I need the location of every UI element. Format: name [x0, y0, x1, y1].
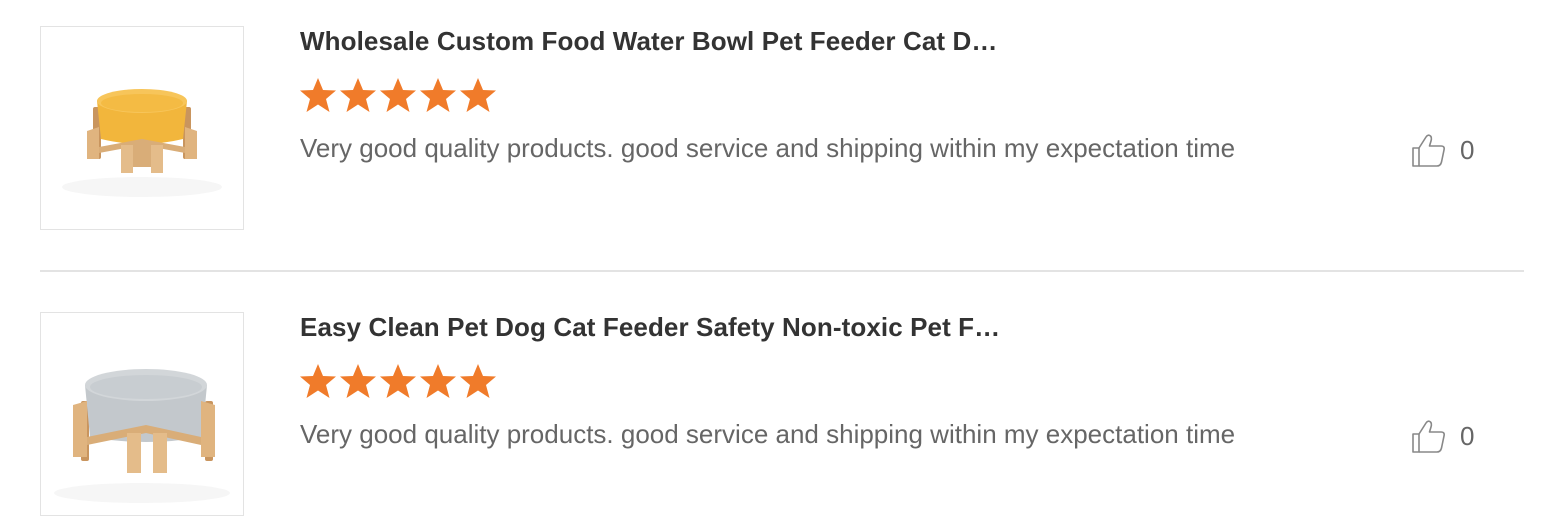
product-thumbnail[interactable] [40, 312, 244, 516]
star-icon [420, 364, 456, 398]
like-button[interactable]: 0 [1410, 130, 1474, 170]
product-title[interactable]: Easy Clean Pet Dog Cat Feeder Safety Non… [300, 312, 1000, 343]
star-icon [380, 78, 416, 112]
star-icon [380, 364, 416, 398]
rating-stars [298, 75, 498, 115]
like-count: 0 [1460, 134, 1475, 165]
review-comment: Very good quality products. good service… [300, 419, 1236, 449]
thumbs-up-icon [1412, 420, 1445, 453]
review-item: Wholesale Custom Food Water Bowl Pet Fee… [0, 0, 1558, 270]
star-icon [460, 78, 496, 112]
thumbs-up-icon [1412, 134, 1445, 167]
rating-stars [298, 361, 498, 401]
yellow-bowl-image [62, 89, 222, 197]
like-button[interactable]: 0 [1410, 416, 1474, 456]
product-title[interactable]: Wholesale Custom Food Water Bowl Pet Fee… [300, 26, 997, 57]
product-thumbnail[interactable] [40, 26, 244, 230]
review-item: Easy Clean Pet Dog Cat Feeder Safety Non… [0, 286, 1558, 516]
star-icon [420, 78, 456, 112]
star-icon [300, 78, 336, 112]
star-icon [340, 364, 376, 398]
like-count: 0 [1460, 420, 1475, 451]
review-divider [40, 270, 1524, 272]
star-icon [340, 78, 376, 112]
star-icon [460, 364, 496, 398]
gray-bowl-image [54, 369, 230, 503]
review-comment: Very good quality products. good service… [300, 133, 1236, 163]
star-icon [300, 364, 336, 398]
